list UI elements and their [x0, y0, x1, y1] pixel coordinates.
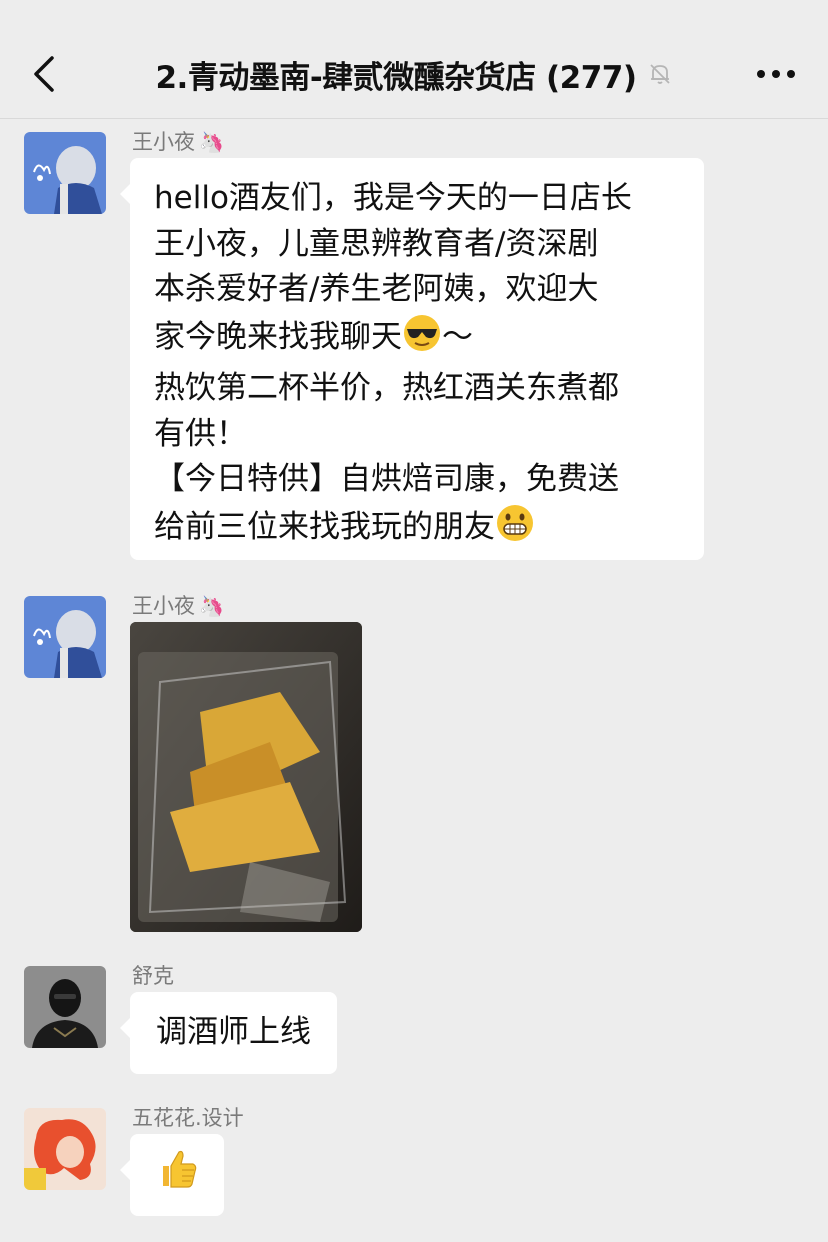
message-line: 热饮第二杯半价，热红酒关东煮都 — [154, 370, 619, 406]
bell-muted-icon — [647, 61, 673, 87]
message-line: hello酒友们，我是今天的一日店长 — [154, 180, 632, 216]
thumbs-up-emoji — [155, 1146, 199, 1204]
message-line: 家今晚来找我聊天～ — [154, 313, 694, 367]
avatar[interactable] — [24, 966, 106, 1048]
message-line: 王小夜，儿童思辨教育者/资深剧 — [154, 225, 599, 262]
chevron-left-icon — [34, 56, 54, 92]
sender-name: 王小夜 🦄 — [132, 130, 224, 154]
chat-header: 2.青动墨南-肆贰微醺杂货店 (277) — [0, 0, 828, 119]
scones-in-plastic-bag-photo[interactable] — [130, 622, 362, 932]
unicorn-emoji: 🦄 — [199, 130, 224, 154]
chat-title: 2.青动墨南-肆贰微醺杂货店 (277) — [155, 59, 637, 96]
message-line: 有供！ — [154, 415, 247, 452]
message-line: 【今日特供】自烘焙司康，免费送 — [154, 461, 619, 497]
sunglasses-emoji — [402, 313, 442, 367]
unicorn-emoji: 🦄 — [199, 594, 224, 618]
message-line: 本杀爱好者/养生老阿姨，欢迎大 — [154, 271, 599, 307]
message-bubble[interactable] — [120, 1134, 224, 1216]
avatar[interactable] — [24, 596, 106, 678]
message-bubble[interactable]: 调酒师上线 — [120, 992, 337, 1074]
back-button[interactable] — [22, 50, 66, 98]
avatar[interactable] — [24, 1108, 106, 1190]
message-text: 调酒师上线 — [156, 1014, 311, 1051]
avatar[interactable] — [24, 132, 106, 214]
sender-name: 王小夜 🦄 — [132, 594, 224, 618]
message-line: 给前三位来找我玩的朋友 — [154, 503, 694, 557]
sender-name: 舒克 — [132, 964, 174, 988]
grinning-emoji — [495, 503, 535, 557]
message-bubble[interactable]: hello酒友们，我是今天的一日店长 王小夜，儿童思辨教育者/资深剧 本杀爱好者… — [120, 158, 704, 560]
chat-title-area: 2.青动墨南-肆贰微醺杂货店 (277) — [120, 44, 708, 104]
ellipsis-icon — [757, 70, 795, 78]
more-options-button[interactable] — [754, 52, 798, 96]
sender-name: 五花花.设计 — [132, 1106, 244, 1130]
